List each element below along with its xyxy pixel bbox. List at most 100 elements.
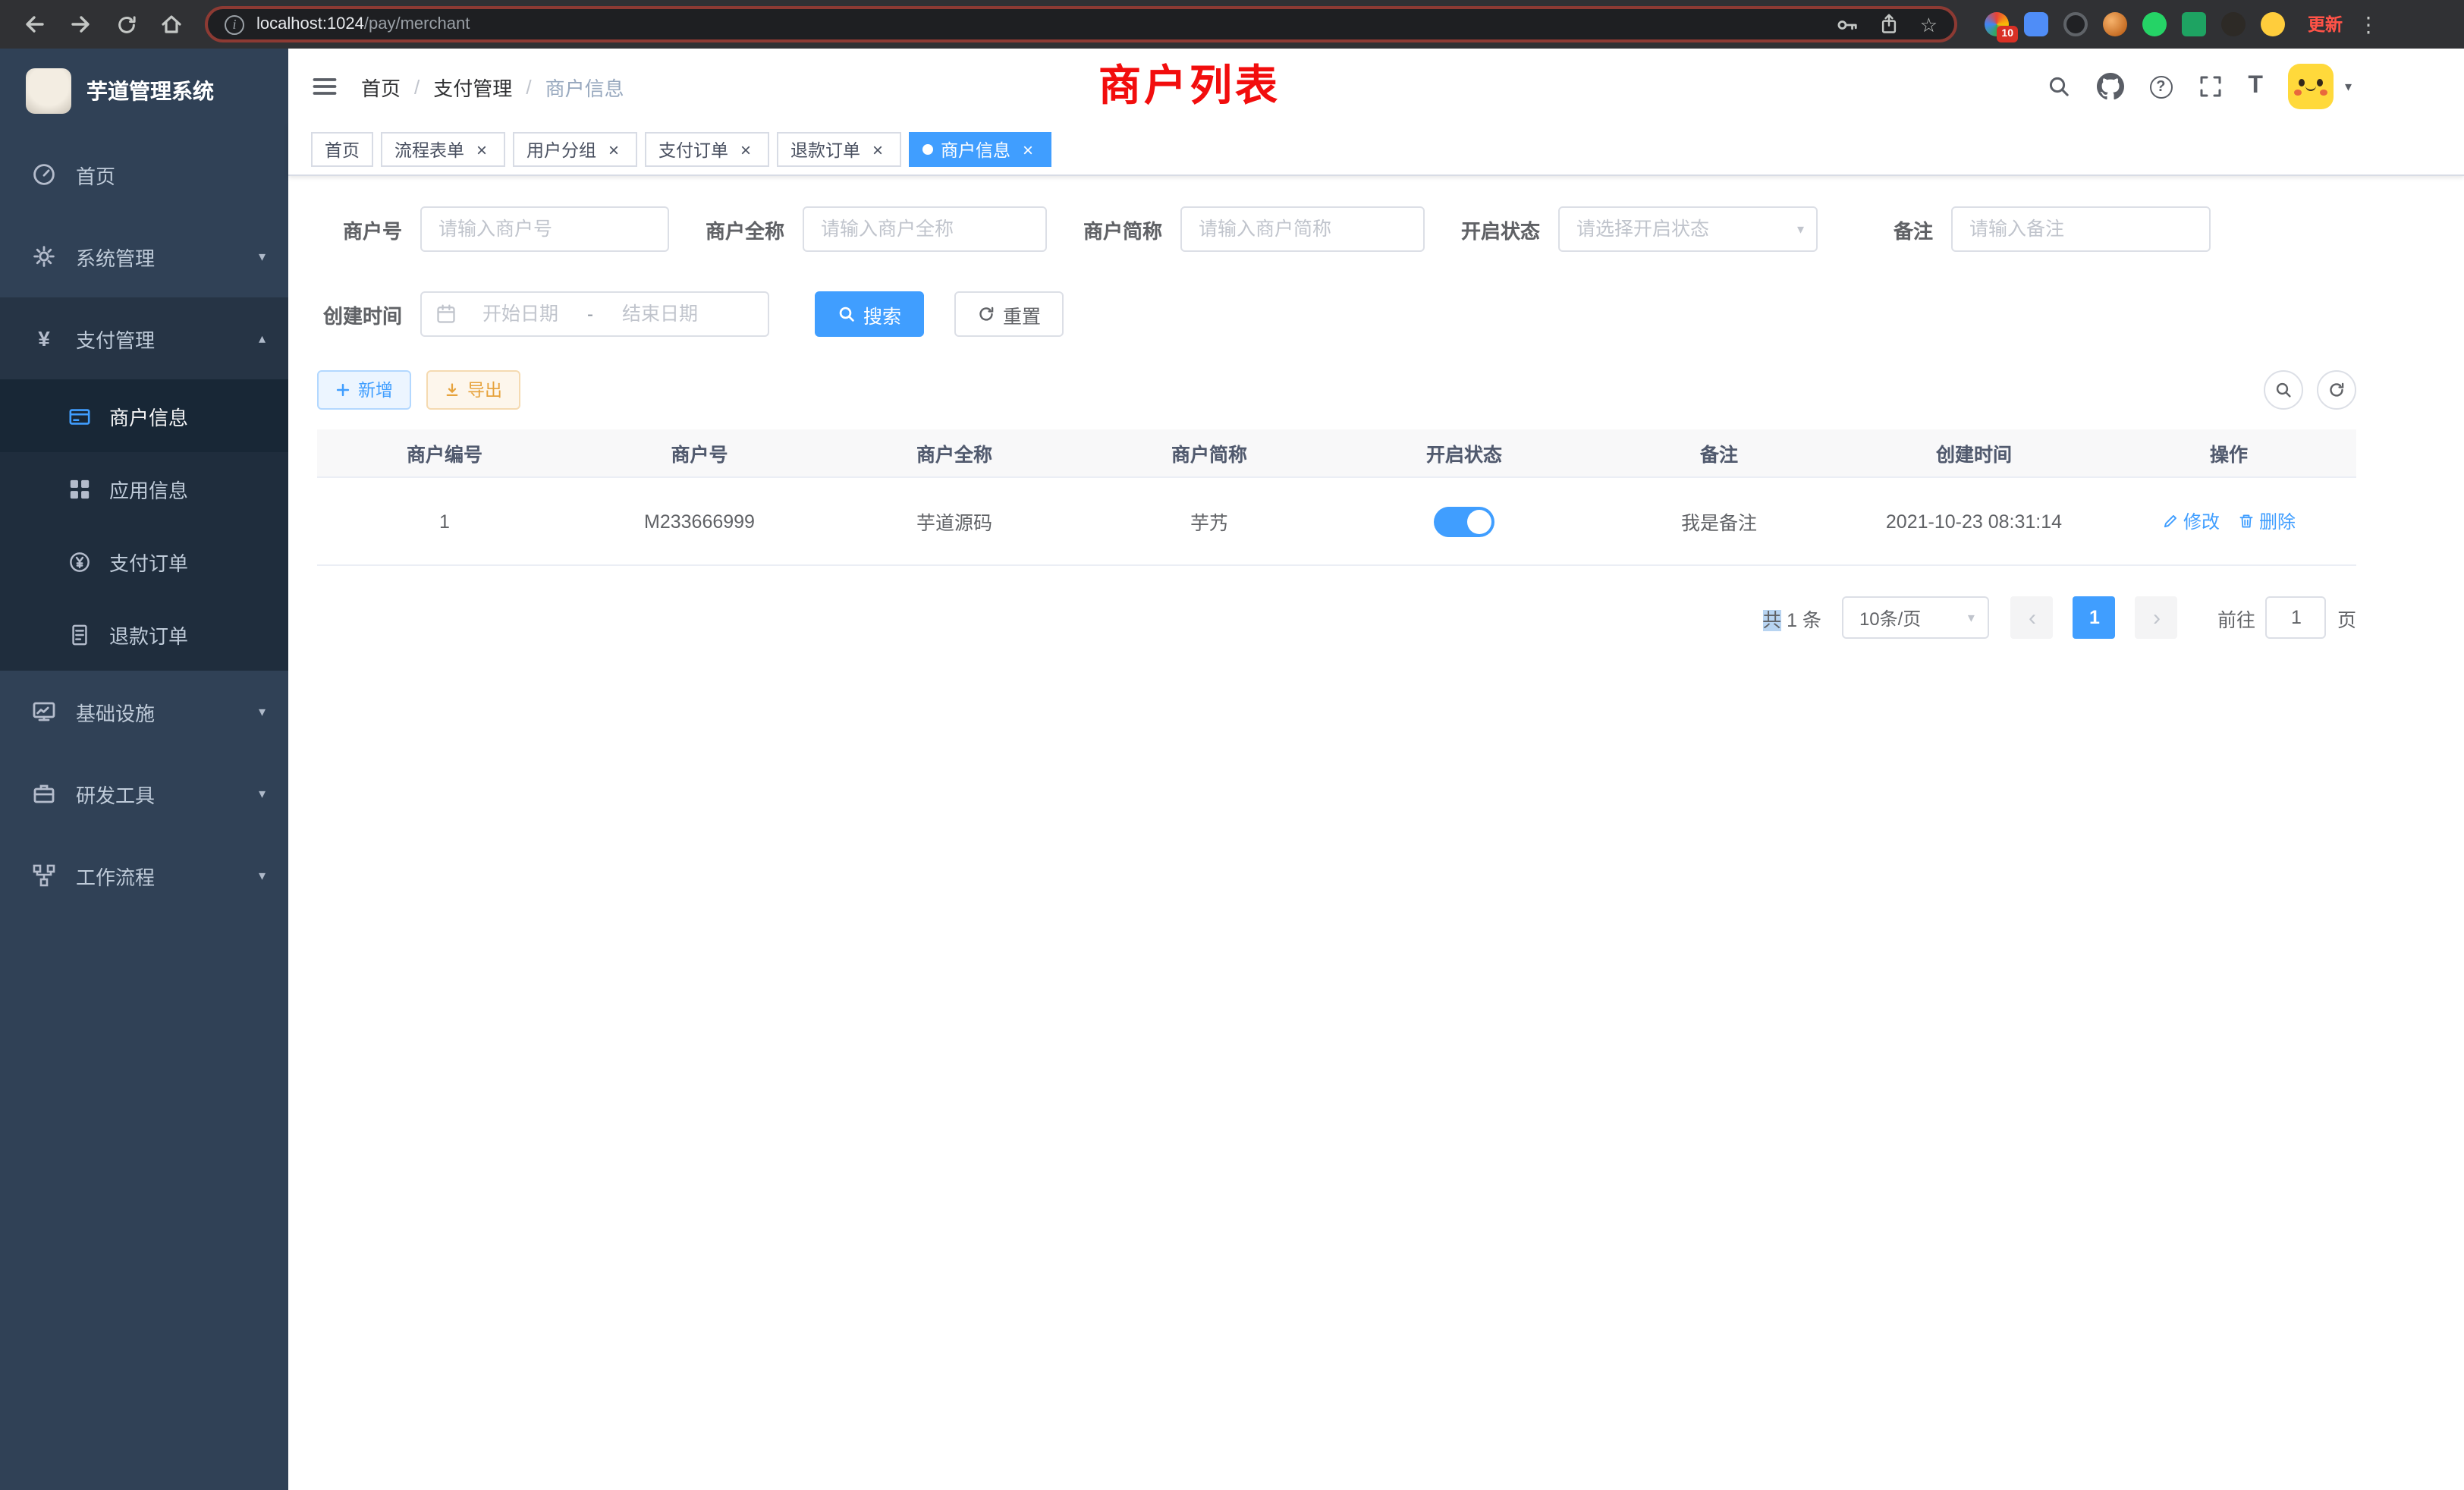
user-avatar[interactable] bbox=[2289, 64, 2334, 109]
tab-close-icon[interactable]: × bbox=[1018, 140, 1038, 159]
browser-menu-icon[interactable]: ⋮ bbox=[2358, 11, 2379, 37]
extension-icon[interactable] bbox=[2024, 12, 2048, 36]
edit-link[interactable]: 修改 bbox=[2162, 508, 2220, 534]
page-number-button[interactable]: 1 bbox=[2073, 596, 2116, 639]
sidebar-item-label: 系统管理 bbox=[76, 242, 155, 271]
tab-process-form[interactable]: 流程表单 × bbox=[381, 132, 505, 167]
extension-icon[interactable]: 10 bbox=[1985, 12, 2009, 36]
password-key-icon[interactable] bbox=[1837, 13, 1859, 36]
export-button[interactable]: 导出 bbox=[426, 370, 520, 410]
merchant-no-input[interactable] bbox=[420, 206, 669, 252]
site-info-icon[interactable]: i bbox=[225, 14, 244, 34]
tab-close-icon[interactable]: × bbox=[604, 140, 624, 159]
tab-close-icon[interactable]: × bbox=[868, 140, 888, 159]
sidebar-item-app-info[interactable]: 应用信息 bbox=[0, 452, 288, 525]
reset-button[interactable]: 重置 bbox=[954, 291, 1064, 337]
chrome-update-button[interactable]: 更新 bbox=[2308, 12, 2343, 36]
sidebar-item-home[interactable]: 首页 bbox=[0, 134, 288, 215]
cell-id: 1 bbox=[317, 511, 572, 532]
tab-close-icon[interactable]: × bbox=[472, 140, 492, 159]
chevron-down-icon: ▾ bbox=[259, 867, 266, 884]
monitor-icon bbox=[30, 699, 58, 724]
search-button[interactable]: 搜索 bbox=[815, 291, 924, 337]
tab-user-group[interactable]: 用户分组 × bbox=[513, 132, 637, 167]
short-name-input[interactable] bbox=[1180, 206, 1425, 252]
extension-icon[interactable] bbox=[2142, 12, 2167, 36]
extension-icon[interactable] bbox=[2182, 12, 2206, 36]
add-button[interactable]: 新增 bbox=[317, 370, 411, 410]
browser-toolbar: i localhost:1024 /pay/merchant ☆ 10 bbox=[0, 0, 2464, 49]
tab-home[interactable]: 首页 bbox=[311, 132, 373, 167]
sidebar-item-payment[interactable]: ¥ 支付管理 ▴ bbox=[0, 297, 288, 379]
tab-close-icon[interactable]: × bbox=[736, 140, 756, 159]
cell-create-time: 2021-10-23 08:31:14 bbox=[1846, 511, 2101, 532]
column-header: 开启状态 bbox=[1337, 439, 1592, 467]
status-select[interactable] bbox=[1558, 206, 1818, 252]
breadcrumb-item[interactable]: 支付管理 bbox=[433, 72, 512, 101]
toggle-search-icon[interactable] bbox=[2264, 370, 2303, 410]
status-toggle[interactable] bbox=[1434, 506, 1494, 536]
forward-icon[interactable] bbox=[62, 6, 99, 42]
font-size-icon[interactable]: T bbox=[2248, 74, 2263, 99]
back-icon[interactable] bbox=[17, 6, 53, 42]
toolbox-icon bbox=[30, 781, 58, 806]
tab-label: 首页 bbox=[325, 137, 360, 162]
refresh-table-icon[interactable] bbox=[2317, 370, 2356, 410]
sidebar-item-merchant-info[interactable]: 商户信息 bbox=[0, 379, 288, 452]
breadcrumb-item[interactable]: 首页 bbox=[361, 72, 401, 101]
field-label: 创建时间 bbox=[317, 300, 420, 328]
sidebar-item-pay-order[interactable]: 支付订单 bbox=[0, 525, 288, 598]
next-page-button[interactable]: › bbox=[2136, 596, 2178, 639]
edit-link-label: 修改 bbox=[2183, 508, 2220, 534]
column-header: 商户编号 bbox=[317, 439, 572, 467]
goto-page-input[interactable] bbox=[2266, 596, 2327, 639]
remark-input[interactable] bbox=[1951, 206, 2211, 252]
fullscreen-icon[interactable] bbox=[2198, 74, 2222, 99]
tab-merchant-info[interactable]: 商户信息 × bbox=[909, 132, 1051, 167]
hamburger-icon[interactable] bbox=[288, 73, 361, 100]
help-icon[interactable]: ? bbox=[2149, 75, 2172, 98]
delete-link[interactable]: 删除 bbox=[2238, 508, 2296, 534]
chevron-down-icon: ▾ bbox=[259, 248, 266, 265]
sidebar-item-system[interactable]: 系统管理 ▾ bbox=[0, 215, 288, 297]
sidebar-item-label: 退款订单 bbox=[109, 620, 188, 649]
cell-status bbox=[1337, 506, 1592, 536]
sidebar-logo[interactable]: 芋道管理系统 bbox=[0, 49, 288, 134]
url-host: localhost:1024 bbox=[256, 15, 364, 33]
sidebar-item-infra[interactable]: 基础设施 ▾ bbox=[0, 671, 288, 753]
full-name-input[interactable] bbox=[803, 206, 1047, 252]
reload-icon[interactable] bbox=[108, 6, 144, 42]
home-icon[interactable] bbox=[153, 6, 190, 42]
address-bar[interactable]: i localhost:1024 /pay/merchant ☆ bbox=[205, 6, 1957, 42]
filter-row-1: 商户号 商户全称 商户简称 开启状态 bbox=[317, 206, 2464, 252]
bookmark-star-icon[interactable]: ☆ bbox=[1920, 14, 1938, 34]
search-icon[interactable] bbox=[2046, 74, 2070, 99]
extension-icon[interactable] bbox=[2103, 12, 2127, 36]
date-range-picker[interactable]: - bbox=[420, 291, 769, 337]
extension-icon[interactable] bbox=[2221, 12, 2246, 36]
avatar-caret-icon[interactable]: ▾ bbox=[2345, 78, 2352, 95]
github-icon[interactable] bbox=[2096, 73, 2123, 100]
app-title: 芋道管理系统 bbox=[86, 76, 214, 106]
tab-pay-order[interactable]: 支付订单 × bbox=[645, 132, 769, 167]
filter-remark: 备注 bbox=[1848, 206, 2211, 252]
breadcrumb-current: 商户信息 bbox=[545, 72, 624, 101]
share-icon[interactable] bbox=[1879, 14, 1900, 35]
date-start-input[interactable] bbox=[466, 303, 575, 325]
plus-icon bbox=[335, 382, 350, 398]
extension-icon[interactable] bbox=[2063, 12, 2088, 36]
payment-submenu: 商户信息 应用信息 支付订单 bbox=[0, 379, 288, 671]
extension-icon[interactable] bbox=[2261, 12, 2285, 36]
date-end-input[interactable] bbox=[605, 303, 715, 325]
sidebar-item-dev-tools[interactable]: 研发工具 ▾ bbox=[0, 753, 288, 835]
sidebar-item-workflow[interactable]: 工作流程 ▾ bbox=[0, 835, 288, 916]
breadcrumb: 首页 / 支付管理 / 商户信息 bbox=[361, 72, 624, 101]
navbar: 首页 / 支付管理 / 商户信息 商户列表 ? bbox=[288, 49, 2464, 124]
page-annotation-title: 商户列表 bbox=[1098, 62, 1281, 111]
page-size-select[interactable]: 10条/页 ▾ bbox=[1843, 596, 1990, 639]
download-icon bbox=[445, 382, 460, 398]
prev-page-button[interactable]: ‹ bbox=[2011, 596, 2054, 639]
tab-refund-order[interactable]: 退款订单 × bbox=[777, 132, 901, 167]
sidebar-item-refund-order[interactable]: 退款订单 bbox=[0, 598, 288, 671]
column-header: 备注 bbox=[1592, 439, 1846, 467]
